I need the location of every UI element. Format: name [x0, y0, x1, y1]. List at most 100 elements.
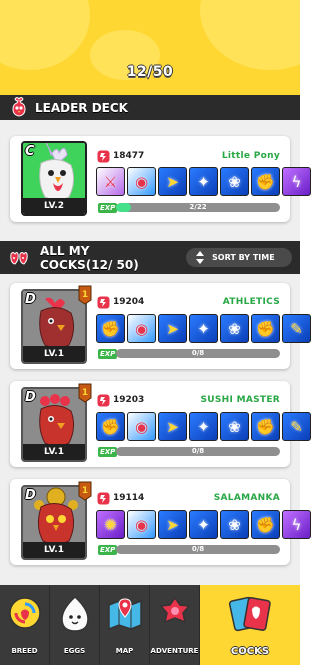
gauntlet-icon: ✊ [256, 515, 275, 534]
exp-label: EXP [98, 203, 118, 213]
cock-card[interactable]: D LV.1 1 19203 SUSHI MASTER ✊ ◉ ➤ ✦ ❀ ✊ … [10, 381, 311, 467]
lightning-skill-icon[interactable]: ϟ [282, 510, 311, 539]
level-label: LV.1 [23, 542, 85, 558]
level-label: LV.2 [23, 198, 85, 214]
claw-icon: ✦ [197, 515, 210, 534]
shield-icon: ◉ [134, 417, 149, 436]
gauntlet-icon: ✊ [256, 172, 275, 191]
cock-name: ATHLETICS [222, 297, 280, 307]
wing-icon: ➤ [166, 319, 179, 338]
fist-icon: ✊ [101, 319, 120, 338]
sword-icon: ⚔ [103, 172, 118, 191]
power-icon [97, 492, 110, 505]
wing-skill-icon[interactable]: ➤ [158, 412, 187, 441]
wing-icon: ➤ [166, 172, 179, 191]
top-header: 12/50 [0, 0, 300, 95]
power-icon [97, 394, 110, 407]
feather-skill-icon[interactable]: ❀ [220, 314, 249, 343]
nav-map[interactable]: MAP [100, 585, 150, 665]
hammer-skill-icon[interactable]: ✎ [282, 314, 311, 343]
shield-skill-icon[interactable]: ◉ [127, 412, 156, 441]
sword-skill-icon[interactable]: ⚔ [96, 167, 125, 196]
skill-row: ✊ ◉ ➤ ✦ ❀ ✊ ✎ [96, 412, 311, 441]
claw-skill-icon[interactable]: ✦ [189, 510, 218, 539]
wing-icon: ➤ [166, 417, 179, 436]
exp-text: 0/8 [191, 447, 205, 455]
nav-cocks[interactable]: COCKS [200, 585, 300, 665]
nav-label: MAP [115, 647, 134, 655]
rooster-avatar-icon [39, 297, 75, 349]
claw-icon: ✦ [197, 417, 210, 436]
lightning-skill-icon[interactable]: ϟ [282, 167, 311, 196]
background-decoration [0, 0, 90, 70]
feather-skill-icon[interactable]: ❀ [220, 412, 249, 441]
power-value: 19114 [113, 493, 145, 503]
cock-card[interactable]: D LV.1 1 19114 SALAMANKA ✺ ◉ ➤ ✦ ❀ ✊ ϟ E… [10, 479, 311, 565]
claw-icon: ✦ [197, 172, 210, 191]
shield-skill-icon[interactable]: ◉ [127, 510, 156, 539]
hammer-skill-icon[interactable]: ✎ [282, 412, 311, 441]
gauntlet-skill-icon[interactable]: ✊ [251, 314, 280, 343]
leader-card[interactable]: C LV.2 18477 Little Pony ⚔ ◉ ➤ ✦ ❀ ✊ ϟ E… [10, 136, 311, 222]
section-title: LEADER DECK [35, 101, 128, 115]
feather-icon: ❀ [228, 417, 241, 436]
feather-skill-icon[interactable]: ❀ [220, 510, 249, 539]
shield-skill-icon[interactable]: ◉ [127, 167, 156, 196]
wing-skill-icon[interactable]: ➤ [158, 510, 187, 539]
feather-icon: ❀ [228, 319, 241, 338]
power-value: 19204 [113, 297, 145, 307]
cock-card[interactable]: D LV.1 1 19204 ATHLETICS ✊ ◉ ➤ ✦ ❀ ✊ ✎ E… [10, 283, 311, 369]
section-title: ALL MY COCKS(12/ 50) [40, 244, 139, 272]
feather-icon: ❀ [228, 515, 241, 534]
skill-row: ✺ ◉ ➤ ✦ ❀ ✊ ϟ [96, 510, 311, 539]
nav-eggs[interactable]: EGGS [50, 585, 100, 665]
gauntlet-icon: ✊ [256, 319, 275, 338]
claw-skill-icon[interactable]: ✦ [189, 167, 218, 196]
background-decoration [200, 0, 300, 70]
cock-name: SUSHI MASTER [200, 395, 280, 405]
cock-name: SALAMANKA [213, 493, 280, 503]
cock-portrait: C LV.2 [21, 141, 87, 216]
claw-skill-icon[interactable]: ✦ [189, 314, 218, 343]
shield-skill-icon[interactable]: ◉ [127, 314, 156, 343]
gauntlet-skill-icon[interactable]: ✊ [251, 167, 280, 196]
fist-skill-icon[interactable]: ✊ [96, 314, 125, 343]
shield-icon: ◉ [134, 319, 149, 338]
gauntlet-skill-icon[interactable]: ✊ [251, 510, 280, 539]
gauntlet-skill-icon[interactable]: ✊ [251, 412, 280, 441]
cards-icon [228, 596, 271, 632]
sort-by-time-button[interactable]: SORT BY TIME [186, 248, 292, 267]
claw-skill-icon[interactable]: ✦ [189, 412, 218, 441]
claw-icon: ✦ [197, 319, 210, 338]
leader-deck-zone: C LV.2 18477 Little Pony ⚔ ◉ ➤ ✦ ❀ ✊ ϟ E… [0, 120, 311, 241]
nav-breed[interactable]: BREED [0, 585, 50, 665]
wing-skill-icon[interactable]: ➤ [158, 167, 187, 196]
rooster-avatar-icon [34, 487, 78, 545]
map-icon [107, 598, 142, 631]
exp-bar: 0/8 [116, 545, 280, 554]
spark-skill-icon[interactable]: ✺ [96, 510, 125, 539]
wing-skill-icon[interactable]: ➤ [158, 314, 187, 343]
level-label: LV.1 [23, 444, 85, 460]
exp-label: EXP [98, 349, 118, 359]
exp-bar: 0/8 [116, 349, 280, 358]
exp-text: 2/22 [189, 203, 207, 211]
feather-skill-icon[interactable]: ❀ [220, 167, 249, 196]
power-value: 19203 [113, 395, 145, 405]
rank-letter: D [25, 488, 36, 503]
exp-label: EXP [98, 447, 118, 457]
breed-icon [8, 597, 41, 629]
exp-bar: 0/8 [116, 447, 280, 456]
nav-adventure[interactable]: ADVENTURE [150, 585, 200, 665]
fist-skill-icon[interactable]: ✊ [96, 412, 125, 441]
skill-row: ⚔ ◉ ➤ ✦ ❀ ✊ ϟ [96, 167, 311, 196]
exp-text: 0/8 [191, 545, 205, 553]
power-icon [97, 296, 110, 309]
svg-text:1: 1 [82, 388, 88, 398]
rank-badge-icon: 1 [78, 481, 92, 501]
rooster-icon [12, 97, 26, 117]
rank-letter: D [25, 390, 36, 405]
rooster-avatar-icon [39, 394, 75, 447]
nav-label: COCKS [230, 646, 270, 657]
cocks-list: D LV.1 1 19204 ATHLETICS ✊ ◉ ➤ ✦ ❀ ✊ ✎ E… [0, 274, 311, 585]
